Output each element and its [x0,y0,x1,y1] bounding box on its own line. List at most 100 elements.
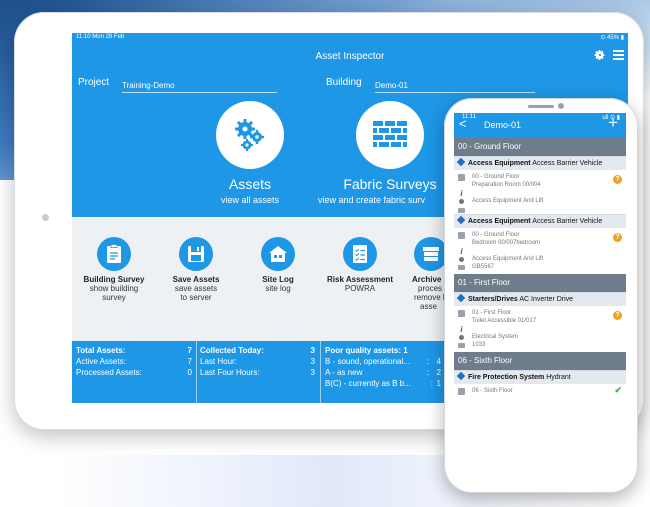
assets-button[interactable] [216,101,284,169]
save-assets-sub2: to server [180,293,212,302]
project-label: Project [78,77,110,88]
asset-list-item[interactable]: 06 - Sixth Floor ✔ [454,384,626,398]
warning-icon: ? [613,311,622,320]
site-log-title: Site Log [262,275,294,284]
tag-icon [456,157,466,167]
building-survey-title: Building Survey [83,275,145,284]
last-hour-value: 3 [310,357,315,366]
settings-gear-icon[interactable] [594,49,606,61]
total-assets-label: Total Assets: [76,346,126,355]
category-detail: AC Inverter Drive [519,296,574,303]
status-bar: 11:10 Mon 28 Feb ⊙ 45% ▮ [76,34,624,42]
gear-icon [458,198,465,205]
asset-barcode: 1033 [472,342,486,348]
category-header[interactable]: Fire Protection System Hydrant [454,370,626,384]
risk-assessment-button[interactable]: Risk Assessment POWRA [320,237,400,293]
hamburger-menu-icon[interactable] [613,50,624,60]
quality-totals: Poor quality assets: 1 B - sound, operat… [325,345,441,389]
last-hour-label: Last Hour: [200,357,237,366]
poor-quality-label: Poor quality assets: 1 [325,346,408,355]
asset-room: Bedroom 00/007bedroom [472,240,541,246]
floor-header-sixth: 06 - Sixth Floor [454,352,626,370]
asset-totals: Total Assets: 7 Active Assets: 7 Processed… [76,345,192,378]
category-detail: Access Barrier Vehicle [532,160,603,167]
category-header[interactable]: Starters/Drives AC Inverter Drive [454,292,626,306]
floor-header-ground: 00 - Ground Floor [454,138,626,156]
barcode-icon [458,343,465,348]
asset-floor: 06 - Sixth Floor [472,388,513,394]
grade-bc-separator: : [430,379,433,388]
asset-system: Electrical System [472,334,519,340]
grade-a-label: A - as new [325,368,363,377]
save-assets-title: Save Assets [172,275,220,284]
gear-icon [458,256,465,263]
grade-bc-label: B(C) - currently as B b... [325,379,411,388]
app-title: Asset Inspector [315,51,385,62]
building-label: Building [326,77,362,88]
grade-b-label: B - sound, operational... [325,357,410,366]
fabric-surveys-title[interactable]: Fabric Surveys [340,176,440,192]
site-log-button[interactable]: Site Log site log [238,237,318,293]
category-header[interactable]: Access Equipment Access Barrier Vehicle [454,156,626,170]
grade-a-separator: : [426,368,429,377]
back-chevron-icon[interactable]: < [459,116,467,131]
warning-icon: ? [613,175,622,184]
tag-icon [456,371,466,381]
grade-b-separator: : [426,357,429,366]
category-name: Fire Protection System [468,374,545,381]
barcode-icon [458,265,465,270]
asset-barcode: GB5567 [472,264,495,270]
grade-b-value: 4 [436,357,441,366]
category-name: Access Equipment [468,218,531,225]
building-survey-button[interactable]: Building Survey show building survey [74,237,154,302]
phone-header: 11:11 ull ⊙ ▮ < Demo-01 + [454,113,626,138]
collected-today-label: Collected Today: [200,346,264,355]
building-icon [458,310,465,317]
grade-bc-value: 1 [436,379,441,388]
asset-system: Access Equipment And Lift [472,198,544,204]
fabric-surveys-button[interactable] [356,101,424,169]
total-assets-value: 7 [187,346,192,355]
stats-divider [196,341,197,403]
phone-title: Demo-01 [484,120,522,130]
asset-room: Toilet Accessible 01/017 [472,318,537,324]
building-survey-sub: show building [89,284,139,293]
asset-list-item[interactable]: 01 - First Floor Toilet Accessible 01/01… [454,306,626,352]
active-assets-label: Active Assets: [76,357,126,366]
building-icon [458,174,465,181]
last-four-hours-label: Last Four Hours: [200,368,260,377]
category-name: Access Equipment [468,160,531,167]
last-four-hours-value: 3 [310,368,315,377]
tag-icon [456,215,466,225]
add-plus-icon[interactable]: + [608,114,618,131]
project-field[interactable]: Training-Demo [122,81,277,93]
warning-icon: ? [613,233,622,242]
asset-room: Preparation Room 00/004 [472,182,541,188]
building-icon [458,388,465,395]
phone-camera [558,103,564,109]
active-assets-value: 7 [187,357,192,366]
asset-system: Access Equipment And Lift [472,256,544,262]
building-survey-sub2: survey [102,293,126,302]
archive-icon [414,237,448,271]
asset-list-item[interactable]: 00 - Ground Floor Preparation Room 00/00… [454,170,626,214]
assets-title[interactable]: Assets [210,176,290,192]
category-name: Starters/Drives [468,296,518,303]
asset-list-item[interactable]: 00 - Ground Floor Bedroom 00/007bedroom … [454,228,626,274]
building-field[interactable]: Demo-01 [375,81,535,93]
house-icon [261,237,295,271]
gear-icon [458,334,465,341]
save-assets-button[interactable]: Save Assets save assets to server [156,237,236,302]
info-icon: i [460,325,463,334]
category-detail: Hydrant [546,374,571,381]
save-assets-sub: save assets [174,284,218,293]
asset-floor: 00 - Ground Floor [472,174,520,180]
floor-header-first: 01 - First Floor [454,274,626,292]
category-header[interactable]: Access Equipment Access Barrier Vehicle [454,214,626,228]
category-detail: Access Barrier Vehicle [532,218,603,225]
tag-icon [456,293,466,303]
status-indicators: ⊙ 45% ▮ [600,35,624,41]
checklist-icon [343,237,377,271]
fabric-surveys-subtitle: view and create fabric surv [318,195,426,205]
info-icon: i [460,247,463,256]
